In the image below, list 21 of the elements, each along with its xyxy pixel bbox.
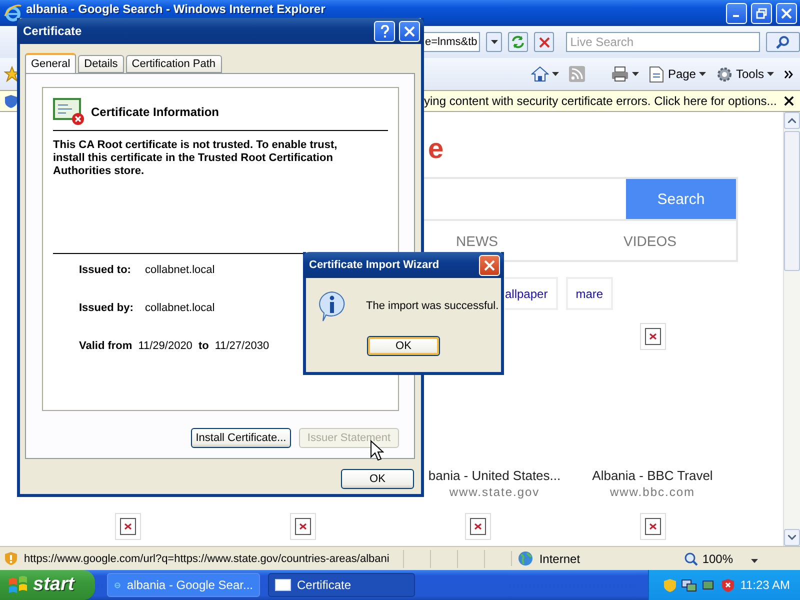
logo: e [428,134,444,164]
field-value: 11/27/2030 [214,340,270,352]
dialog-title: Certificate [23,24,83,38]
result-site: www.bbc.com [610,485,695,499]
status-url: https://www.google.com/url?q=https://www.state.gov/countries-areas/albani [24,552,390,564]
field-value: collabnet.local [145,264,215,276]
field-label: Issued by: [79,302,134,314]
field-label: Issued to: [79,264,132,276]
zone-label: Internet [539,552,580,566]
field-label: Valid from [79,340,132,352]
window-title: albania - Google Search - Windows Internet Explorer [26,2,326,16]
clock: 11:23 AM [740,578,790,592]
info-bar-text: ying content with security certificate errors. Click here for options... [424,94,778,108]
field-label: to [198,340,209,352]
dialog-message: The import was successful. [366,300,499,312]
field-value: collabnet.local [145,302,215,314]
certificate-message: This CA Root certificate is not trusted. To enable trust, install this certificate in the Trusted Root Certification Authorities store. [53,139,338,179]
result-site: www.state.gov [449,485,540,499]
dialog-heading: Certificate Information [91,105,220,119]
field-value: 11/29/2020 [138,340,192,352]
dialog-title: Certificate Import Wizard [309,259,440,271]
